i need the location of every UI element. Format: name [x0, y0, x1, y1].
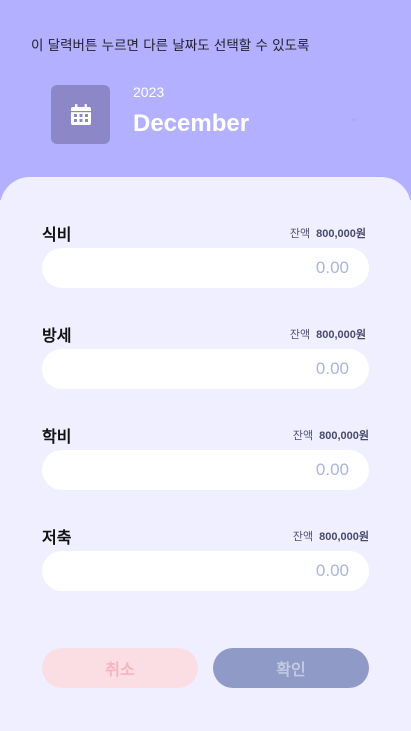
- month-selector[interactable]: December: [133, 110, 249, 138]
- category-label: 식비: [42, 225, 72, 244]
- balance-value: 800,000원: [319, 430, 369, 442]
- balance-label: 잔액: [289, 227, 311, 240]
- balance-info: 잔액 800,000원: [290, 326, 366, 342]
- chevron-down-icon[interactable]: ⌄: [349, 110, 359, 124]
- balance-info: 잔액 800,000원: [293, 427, 369, 443]
- category-row-rent: 방세 잔액 800,000원 0.00: [0, 322, 411, 402]
- category-label: 저축: [42, 528, 72, 547]
- notice-text: 이 달력버튼 누르면 다른 날짜도 선택할 수 있도록: [31, 38, 310, 54]
- balance-label: 잔액: [292, 530, 314, 543]
- category-row-savings: 저축 잔액 800,000원 0.00: [0, 524, 411, 604]
- calendar-button[interactable]: [51, 85, 110, 144]
- balance-label: 잔액: [289, 328, 311, 341]
- amount-input[interactable]: 0.00: [42, 551, 369, 591]
- balance-info: 잔액 800,000원: [290, 225, 366, 241]
- amount-input[interactable]: 0.00: [42, 450, 369, 490]
- calendar-icon: [70, 103, 91, 125]
- category-label: 방세: [42, 326, 72, 345]
- amount-input[interactable]: 0.00: [42, 248, 369, 288]
- balance-value: 800,000원: [316, 329, 366, 341]
- year-label: 2023: [133, 84, 165, 100]
- amount-input[interactable]: 0.00: [42, 349, 369, 389]
- category-label: 학비: [42, 427, 72, 446]
- balance-value: 800,000원: [319, 531, 369, 543]
- category-row-tuition: 학비 잔액 800,000원 0.00: [0, 423, 411, 503]
- header: 이 달력버튼 누르면 다른 날짜도 선택할 수 있도록 2023 Decembe…: [0, 0, 411, 200]
- cancel-button[interactable]: 취소: [42, 648, 198, 688]
- balance-value: 800,000원: [316, 228, 366, 240]
- category-row-food: 식비 잔액 800,000원 0.00: [0, 221, 411, 301]
- confirm-button[interactable]: 확인: [213, 648, 369, 688]
- balance-label: 잔액: [292, 429, 314, 442]
- balance-info: 잔액 800,000원: [293, 528, 369, 544]
